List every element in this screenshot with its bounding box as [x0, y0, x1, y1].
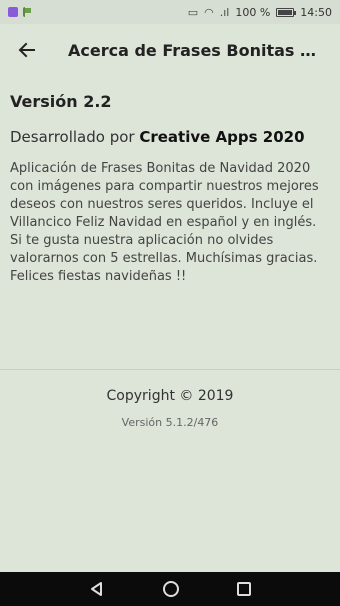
page-title: Acerca de Frases Bonitas de Navidad 2020 [68, 40, 320, 60]
cast-icon: ▭ [187, 5, 199, 19]
developer-name: Creative Apps 2020 [139, 128, 305, 146]
notification-icons [8, 7, 32, 17]
arrow-left-icon [18, 42, 35, 58]
system-indicators: ▭ ◠ .ıl 100 % 14:50 [188, 6, 332, 19]
nav-recent-apps-icon[interactable] [237, 582, 251, 596]
build-version: Versión 5.1.2/476 [121, 416, 219, 429]
wifi-icon: ◠ [204, 5, 214, 19]
about-content: Versión 2.2 Desarrollado por Creative Ap… [10, 92, 332, 286]
navigation-bar [0, 572, 340, 606]
app-notification-icon [8, 7, 18, 17]
nav-back-icon[interactable] [89, 581, 105, 597]
battery-icon [276, 7, 297, 17]
flag-notification-icon [23, 7, 32, 17]
version-heading: Versión 2.2 [10, 92, 112, 111]
nav-home-icon[interactable] [163, 581, 179, 597]
app-description: Aplicación de Frases Bonitas de Navidad … [10, 161, 319, 284]
back-button[interactable] [14, 37, 40, 63]
status-bar: ▭ ◠ .ıl 100 % 14:50 [0, 0, 340, 24]
divider [0, 369, 340, 370]
about-screen: ▭ ◠ .ıl 100 % 14:50 Acerca de Frases Bon… [0, 0, 340, 606]
developer-prefix: Desarrollado por [10, 128, 140, 146]
battery-percent: 100 % [235, 5, 271, 19]
signal-icon: .ıl [219, 5, 230, 19]
clock: 14:50 [300, 5, 332, 19]
copyright-text: Copyright © 2019 [106, 388, 234, 404]
app-bar: Acerca de Frases Bonitas de Navidad 2020 [0, 24, 340, 76]
developer-credit: Desarrollado por Creative Apps 2020 [10, 127, 332, 148]
